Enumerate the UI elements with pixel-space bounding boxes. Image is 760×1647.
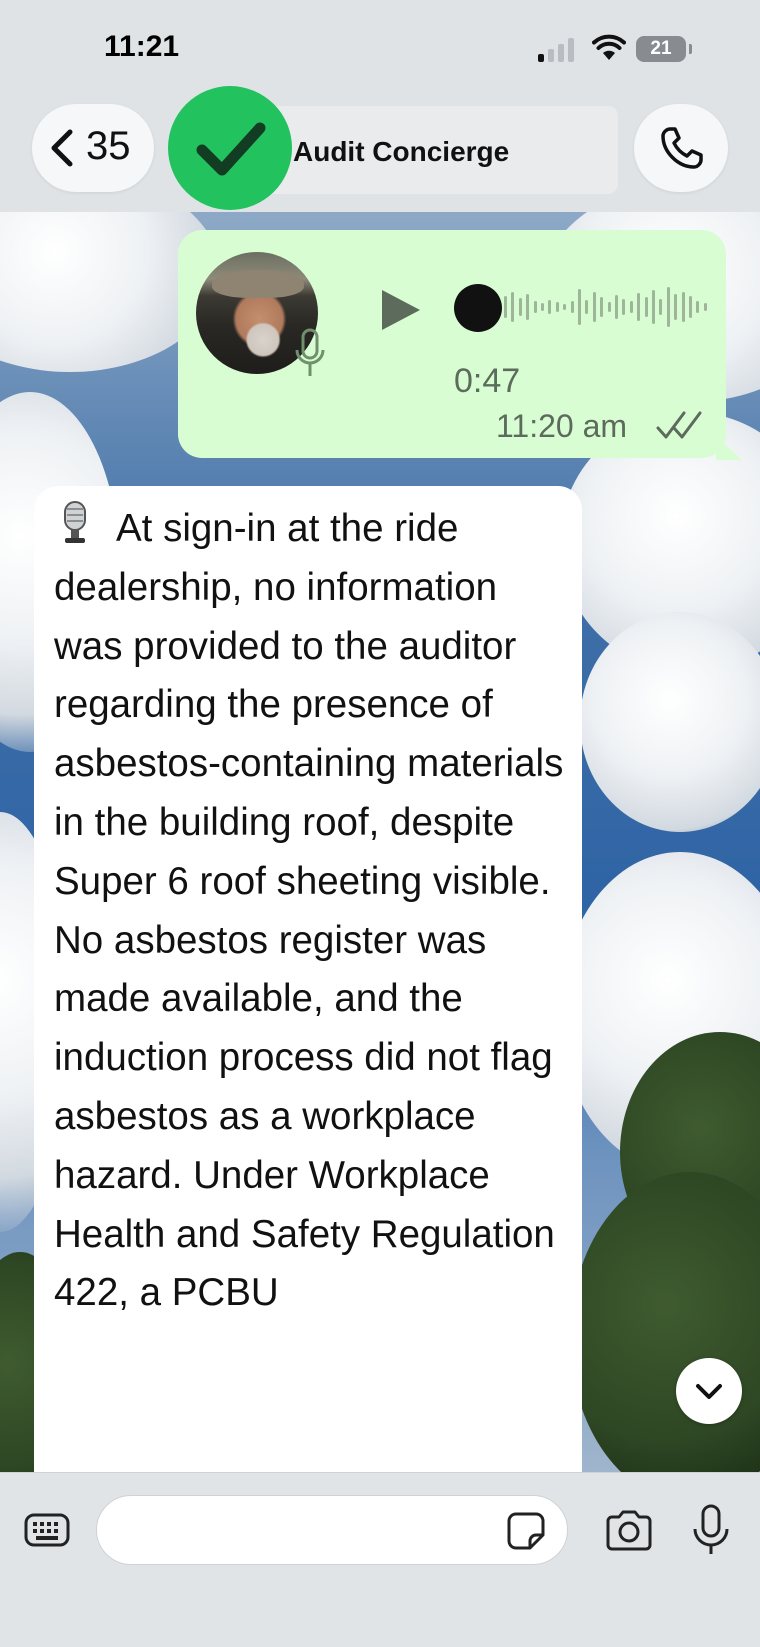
waveform-bar bbox=[563, 304, 567, 310]
checkmark-icon bbox=[196, 122, 266, 176]
transcription-text: At sign-in at the ride dealership, no in… bbox=[54, 507, 564, 1315]
waveform-bar bbox=[592, 292, 596, 322]
waveform-bar bbox=[637, 293, 641, 321]
studio-microphone-icon bbox=[54, 501, 96, 545]
battery-icon: 21 bbox=[636, 36, 686, 62]
message-composer bbox=[0, 1472, 760, 1647]
waveform-bar bbox=[511, 292, 515, 322]
waveform-bar bbox=[666, 287, 670, 327]
sticker-icon[interactable] bbox=[506, 1511, 546, 1551]
chat-title[interactable]: Audit Concierge bbox=[293, 136, 509, 168]
waveform-bar bbox=[578, 289, 581, 325]
waveform-bar bbox=[622, 299, 626, 315]
waveform-bar bbox=[600, 297, 604, 317]
back-button[interactable]: 35 bbox=[32, 104, 154, 192]
double-check-icon bbox=[656, 411, 702, 439]
microphone-icon bbox=[295, 328, 325, 376]
unread-count: 35 bbox=[86, 124, 131, 168]
play-icon[interactable] bbox=[378, 286, 422, 334]
voice-message-bubble[interactable]: 0:47 11:20 am bbox=[178, 230, 726, 458]
waveform-bar bbox=[703, 303, 707, 311]
waveform-bar bbox=[674, 294, 678, 320]
camera-icon[interactable] bbox=[604, 1509, 654, 1551]
keyboard-icon[interactable] bbox=[24, 1513, 70, 1547]
waveform-bar bbox=[585, 300, 589, 314]
playback-scrubber[interactable] bbox=[454, 284, 502, 332]
phone-icon bbox=[661, 127, 703, 169]
cellular-signal-icon bbox=[538, 38, 578, 62]
waveform-bar bbox=[555, 302, 559, 312]
audio-waveform[interactable] bbox=[504, 274, 724, 340]
waveform-bar bbox=[659, 299, 663, 315]
hat-shape bbox=[212, 270, 304, 298]
waveform-bar bbox=[607, 302, 611, 312]
waveform-bar bbox=[518, 298, 522, 316]
message-input[interactable] bbox=[96, 1495, 568, 1565]
microphone-icon[interactable] bbox=[690, 1503, 732, 1557]
waveform-bar bbox=[504, 296, 507, 318]
waveform-bar bbox=[652, 290, 655, 324]
waveform-bar bbox=[689, 296, 692, 318]
battery-tip bbox=[689, 44, 692, 54]
message-timestamp: 11:20 am bbox=[496, 408, 628, 444]
status-time: 11:21 bbox=[104, 30, 180, 63]
voice-call-button[interactable] bbox=[634, 104, 728, 192]
voice-duration: 0:47 bbox=[454, 362, 521, 400]
waveform-bar bbox=[629, 301, 633, 313]
waveform-bar bbox=[541, 303, 544, 311]
waveform-bar bbox=[526, 294, 530, 320]
waveform-bar bbox=[615, 295, 618, 319]
scroll-to-bottom-button[interactable] bbox=[676, 1358, 742, 1424]
chat-avatar[interactable] bbox=[168, 86, 292, 210]
waveform-bar bbox=[548, 300, 552, 314]
status-bar: 11:21 21 bbox=[0, 0, 760, 100]
wifi-icon bbox=[592, 34, 626, 60]
waveform-bar bbox=[696, 301, 700, 313]
waveform-bar bbox=[681, 292, 685, 322]
chevron-left-icon bbox=[51, 129, 73, 167]
chevron-down-icon bbox=[696, 1384, 722, 1399]
transcription-bubble[interactable]: At sign-in at the ride dealership, no in… bbox=[34, 486, 582, 1486]
waveform-bar bbox=[570, 301, 574, 313]
waveform-bar bbox=[533, 301, 537, 313]
transcription-body: At sign-in at the ride dealership, no in… bbox=[54, 500, 568, 1323]
waveform-bar bbox=[644, 297, 648, 317]
